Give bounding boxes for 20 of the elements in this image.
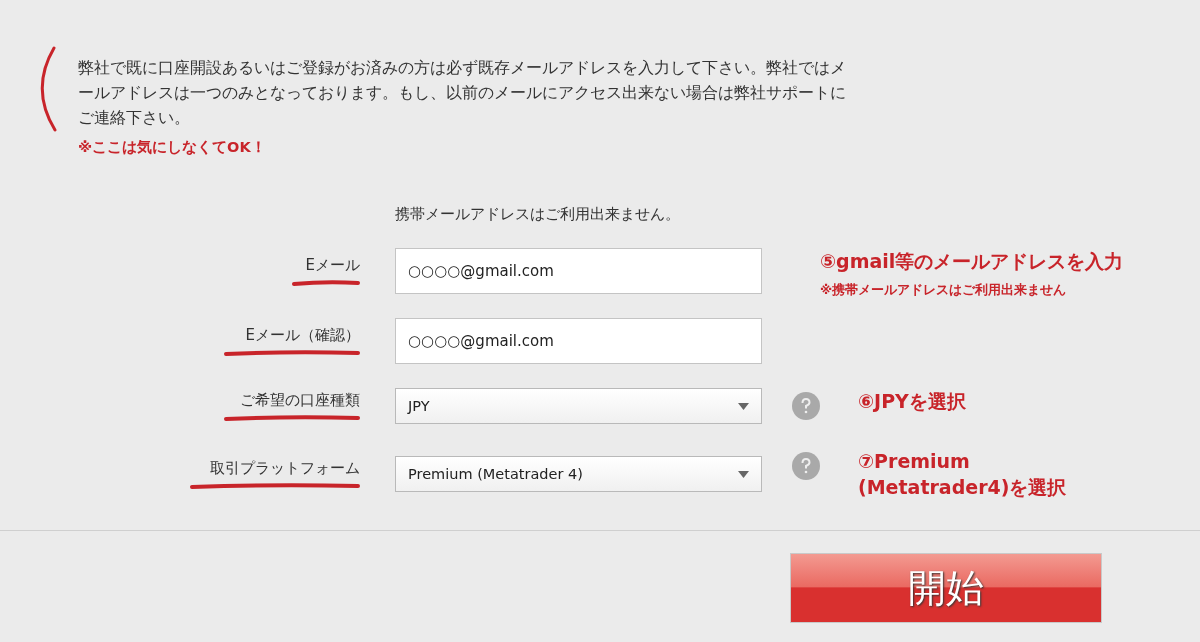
dropdown[interactable]: JPY: [395, 388, 762, 424]
annotation-text: ⑥JPYを選択: [858, 389, 966, 414]
field-label: Eメール（確認）: [245, 325, 360, 345]
email-field[interactable]: ○○○○@gmail.com: [395, 248, 762, 294]
field-label: ご希望の口座種類: [240, 390, 360, 410]
dropdown[interactable]: Premium (Metatrader 4): [395, 456, 762, 492]
caret-icon: [738, 402, 749, 410]
field-label: Eメール: [305, 255, 360, 275]
help-icon[interactable]: [792, 392, 820, 420]
remark-note: ※ここは気にしなくてOK！: [78, 138, 266, 157]
notice-text: 弊社で既に口座開設あるいはご登録がお済みの方は必ず既存メールアドレスを入力して下さい。弊社ではメールアドレスは一つのみとなっております。もし、以前のメールにアクセス出来ない場合は弊社サポートにご連絡下さい。: [78, 57, 847, 129]
email-field[interactable]: ○○○○@gmail.com: [395, 318, 762, 364]
start-button[interactable]: 開始: [790, 553, 1102, 623]
caret-icon: [738, 470, 749, 478]
hint-text: 携帯メールアドレスはご利用出来ません。: [395, 205, 680, 224]
annotation-note: ※携帯メールアドレスはご利用出来ません: [820, 282, 1067, 299]
annotation-text: ⑤gmail等のメールアドレスを入力: [820, 249, 1124, 274]
annotation-text: ⑦Premium (Metatrader4)を選択: [858, 449, 1067, 500]
field-label: 取引プラットフォーム: [210, 458, 360, 478]
help-icon[interactable]: [792, 452, 820, 480]
